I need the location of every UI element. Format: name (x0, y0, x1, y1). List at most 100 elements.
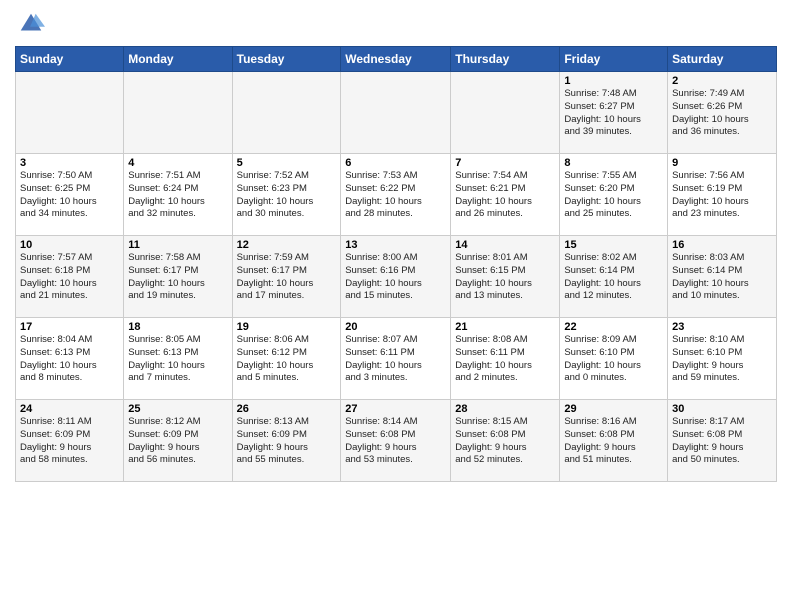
dow-header: Thursday (451, 47, 560, 72)
day-info: Sunrise: 8:10 AM Sunset: 6:10 PM Dayligh… (672, 334, 772, 385)
day-number: 2 (672, 75, 772, 87)
calendar-cell: 27Sunrise: 8:14 AM Sunset: 6:08 PM Dayli… (341, 400, 451, 482)
day-info: Sunrise: 7:50 AM Sunset: 6:25 PM Dayligh… (20, 170, 119, 221)
day-number: 20 (345, 321, 446, 333)
calendar-cell: 11Sunrise: 7:58 AM Sunset: 6:17 PM Dayli… (124, 236, 232, 318)
day-info: Sunrise: 8:17 AM Sunset: 6:08 PM Dayligh… (672, 416, 772, 467)
calendar-cell: 4Sunrise: 7:51 AM Sunset: 6:24 PM Daylig… (124, 154, 232, 236)
day-number: 4 (128, 157, 227, 169)
calendar-cell: 23Sunrise: 8:10 AM Sunset: 6:10 PM Dayli… (668, 318, 777, 400)
day-number: 12 (237, 239, 337, 251)
calendar-cell: 18Sunrise: 8:05 AM Sunset: 6:13 PM Dayli… (124, 318, 232, 400)
day-number: 28 (455, 403, 555, 415)
day-info: Sunrise: 7:48 AM Sunset: 6:27 PM Dayligh… (564, 88, 663, 139)
day-info: Sunrise: 7:51 AM Sunset: 6:24 PM Dayligh… (128, 170, 227, 221)
calendar-cell (341, 72, 451, 154)
calendar-cell: 7Sunrise: 7:54 AM Sunset: 6:21 PM Daylig… (451, 154, 560, 236)
day-info: Sunrise: 7:59 AM Sunset: 6:17 PM Dayligh… (237, 252, 337, 303)
dow-header: Friday (560, 47, 668, 72)
day-info: Sunrise: 7:55 AM Sunset: 6:20 PM Dayligh… (564, 170, 663, 221)
day-info: Sunrise: 8:05 AM Sunset: 6:13 PM Dayligh… (128, 334, 227, 385)
day-info: Sunrise: 8:11 AM Sunset: 6:09 PM Dayligh… (20, 416, 119, 467)
day-number: 6 (345, 157, 446, 169)
day-number: 25 (128, 403, 227, 415)
day-info: Sunrise: 7:52 AM Sunset: 6:23 PM Dayligh… (237, 170, 337, 221)
day-number: 23 (672, 321, 772, 333)
day-number: 17 (20, 321, 119, 333)
day-info: Sunrise: 8:03 AM Sunset: 6:14 PM Dayligh… (672, 252, 772, 303)
day-number: 13 (345, 239, 446, 251)
calendar-cell: 3Sunrise: 7:50 AM Sunset: 6:25 PM Daylig… (16, 154, 124, 236)
day-number: 14 (455, 239, 555, 251)
header (15, 10, 777, 38)
dow-header: Wednesday (341, 47, 451, 72)
calendar-cell: 14Sunrise: 8:01 AM Sunset: 6:15 PM Dayli… (451, 236, 560, 318)
calendar-cell: 5Sunrise: 7:52 AM Sunset: 6:23 PM Daylig… (232, 154, 341, 236)
calendar-cell: 16Sunrise: 8:03 AM Sunset: 6:14 PM Dayli… (668, 236, 777, 318)
calendar-cell (16, 72, 124, 154)
calendar-cell: 6Sunrise: 7:53 AM Sunset: 6:22 PM Daylig… (341, 154, 451, 236)
dow-header: Sunday (16, 47, 124, 72)
day-info: Sunrise: 8:00 AM Sunset: 6:16 PM Dayligh… (345, 252, 446, 303)
day-info: Sunrise: 8:09 AM Sunset: 6:10 PM Dayligh… (564, 334, 663, 385)
calendar-cell (124, 72, 232, 154)
day-number: 1 (564, 75, 663, 87)
day-info: Sunrise: 8:14 AM Sunset: 6:08 PM Dayligh… (345, 416, 446, 467)
day-info: Sunrise: 8:15 AM Sunset: 6:08 PM Dayligh… (455, 416, 555, 467)
day-info: Sunrise: 8:02 AM Sunset: 6:14 PM Dayligh… (564, 252, 663, 303)
day-number: 3 (20, 157, 119, 169)
calendar-cell: 17Sunrise: 8:04 AM Sunset: 6:13 PM Dayli… (16, 318, 124, 400)
calendar-cell: 21Sunrise: 8:08 AM Sunset: 6:11 PM Dayli… (451, 318, 560, 400)
calendar-cell: 15Sunrise: 8:02 AM Sunset: 6:14 PM Dayli… (560, 236, 668, 318)
day-info: Sunrise: 8:06 AM Sunset: 6:12 PM Dayligh… (237, 334, 337, 385)
calendar-cell (232, 72, 341, 154)
day-info: Sunrise: 7:58 AM Sunset: 6:17 PM Dayligh… (128, 252, 227, 303)
day-info: Sunrise: 8:01 AM Sunset: 6:15 PM Dayligh… (455, 252, 555, 303)
calendar-cell: 13Sunrise: 8:00 AM Sunset: 6:16 PM Dayli… (341, 236, 451, 318)
day-number: 18 (128, 321, 227, 333)
day-number: 22 (564, 321, 663, 333)
calendar-cell: 28Sunrise: 8:15 AM Sunset: 6:08 PM Dayli… (451, 400, 560, 482)
day-number: 11 (128, 239, 227, 251)
calendar-cell: 20Sunrise: 8:07 AM Sunset: 6:11 PM Dayli… (341, 318, 451, 400)
dow-header: Saturday (668, 47, 777, 72)
calendar: SundayMondayTuesdayWednesdayThursdayFrid… (15, 46, 777, 482)
logo (15, 10, 45, 38)
calendar-cell: 10Sunrise: 7:57 AM Sunset: 6:18 PM Dayli… (16, 236, 124, 318)
dow-header: Monday (124, 47, 232, 72)
day-info: Sunrise: 8:04 AM Sunset: 6:13 PM Dayligh… (20, 334, 119, 385)
calendar-cell: 1Sunrise: 7:48 AM Sunset: 6:27 PM Daylig… (560, 72, 668, 154)
calendar-cell: 30Sunrise: 8:17 AM Sunset: 6:08 PM Dayli… (668, 400, 777, 482)
day-info: Sunrise: 8:08 AM Sunset: 6:11 PM Dayligh… (455, 334, 555, 385)
dow-header: Tuesday (232, 47, 341, 72)
day-info: Sunrise: 7:54 AM Sunset: 6:21 PM Dayligh… (455, 170, 555, 221)
calendar-cell: 2Sunrise: 7:49 AM Sunset: 6:26 PM Daylig… (668, 72, 777, 154)
calendar-cell (451, 72, 560, 154)
calendar-cell: 24Sunrise: 8:11 AM Sunset: 6:09 PM Dayli… (16, 400, 124, 482)
day-number: 21 (455, 321, 555, 333)
day-number: 10 (20, 239, 119, 251)
day-number: 24 (20, 403, 119, 415)
day-number: 5 (237, 157, 337, 169)
day-info: Sunrise: 7:57 AM Sunset: 6:18 PM Dayligh… (20, 252, 119, 303)
day-info: Sunrise: 7:49 AM Sunset: 6:26 PM Dayligh… (672, 88, 772, 139)
day-number: 19 (237, 321, 337, 333)
calendar-cell: 22Sunrise: 8:09 AM Sunset: 6:10 PM Dayli… (560, 318, 668, 400)
day-number: 9 (672, 157, 772, 169)
calendar-cell: 25Sunrise: 8:12 AM Sunset: 6:09 PM Dayli… (124, 400, 232, 482)
day-info: Sunrise: 8:12 AM Sunset: 6:09 PM Dayligh… (128, 416, 227, 467)
calendar-cell: 19Sunrise: 8:06 AM Sunset: 6:12 PM Dayli… (232, 318, 341, 400)
day-number: 30 (672, 403, 772, 415)
calendar-cell: 8Sunrise: 7:55 AM Sunset: 6:20 PM Daylig… (560, 154, 668, 236)
day-number: 15 (564, 239, 663, 251)
day-info: Sunrise: 7:56 AM Sunset: 6:19 PM Dayligh… (672, 170, 772, 221)
day-number: 27 (345, 403, 446, 415)
day-number: 16 (672, 239, 772, 251)
page: SundayMondayTuesdayWednesdayThursdayFrid… (0, 0, 792, 612)
calendar-cell: 9Sunrise: 7:56 AM Sunset: 6:19 PM Daylig… (668, 154, 777, 236)
day-number: 8 (564, 157, 663, 169)
calendar-cell: 26Sunrise: 8:13 AM Sunset: 6:09 PM Dayli… (232, 400, 341, 482)
day-number: 26 (237, 403, 337, 415)
day-info: Sunrise: 8:13 AM Sunset: 6:09 PM Dayligh… (237, 416, 337, 467)
day-number: 7 (455, 157, 555, 169)
